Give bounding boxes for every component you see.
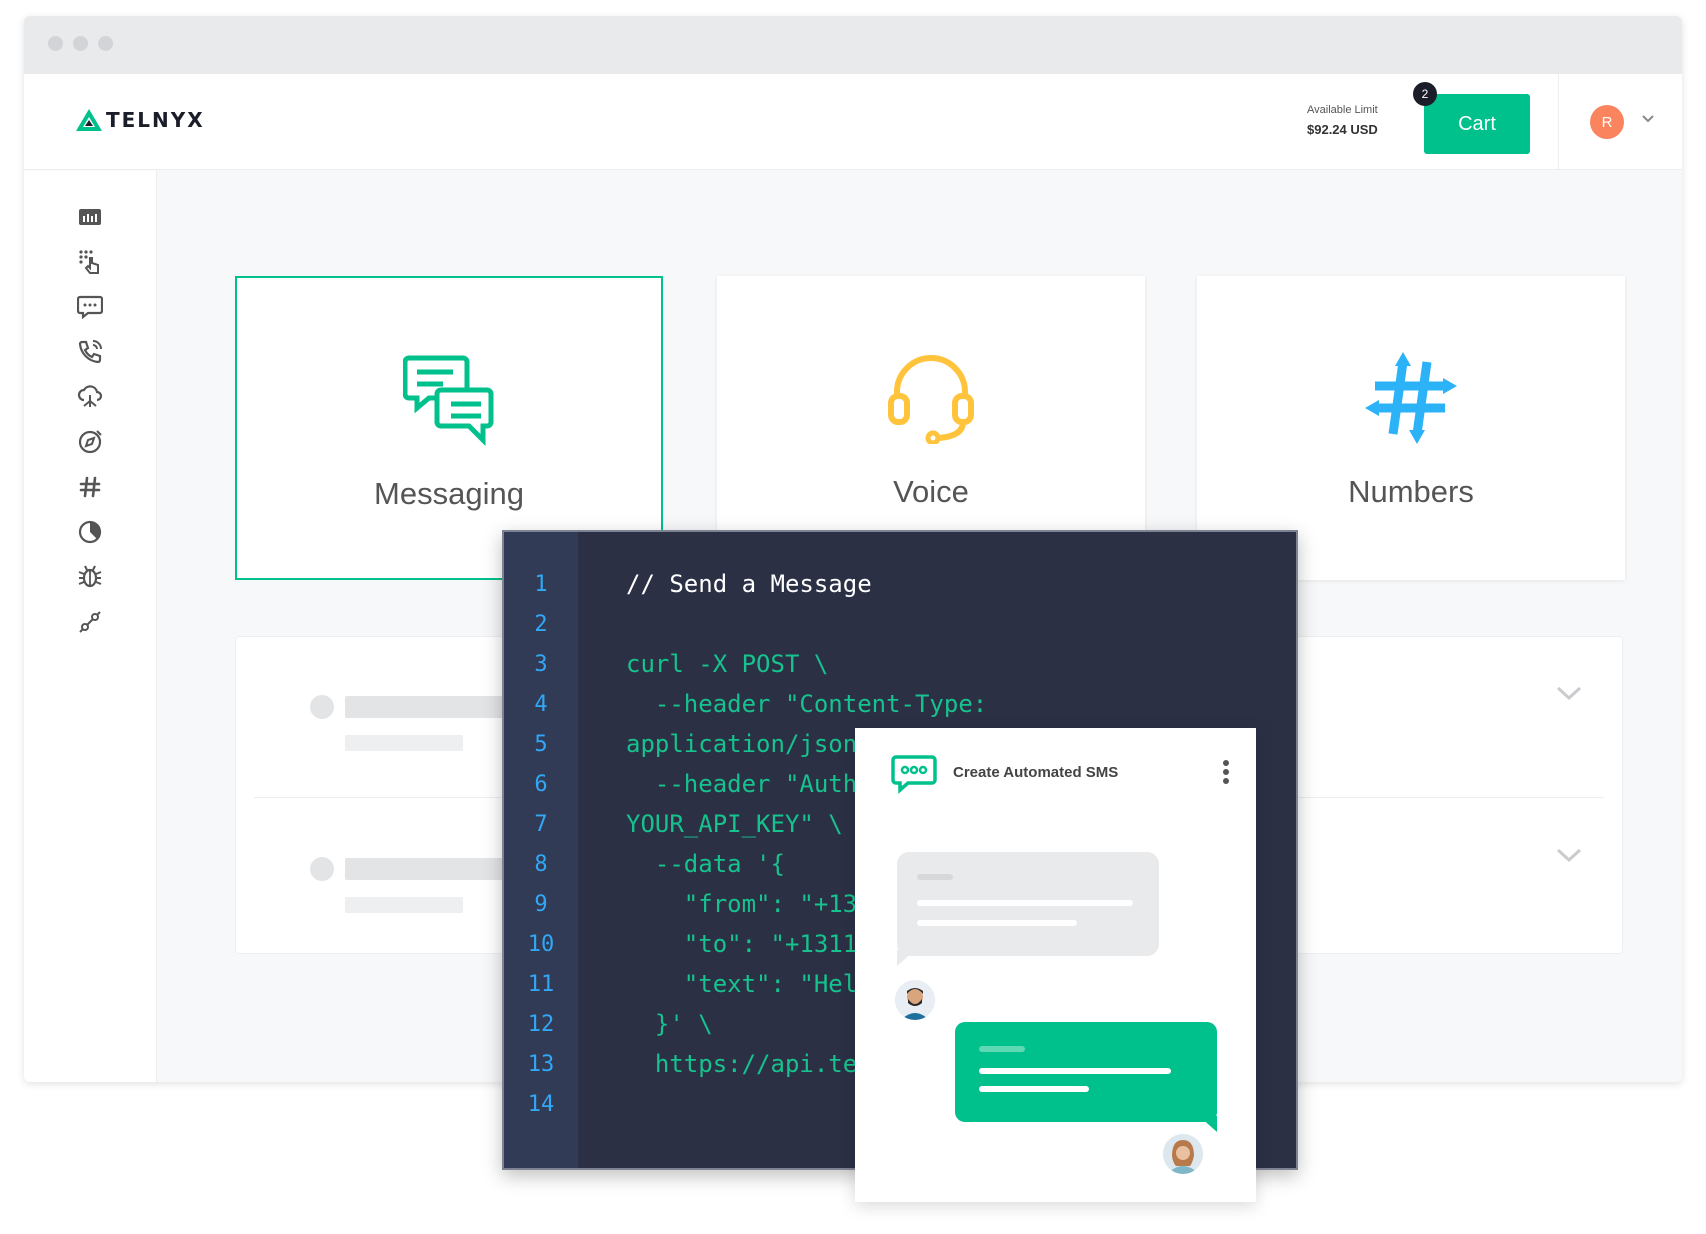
header-divider [1558, 74, 1559, 170]
skeleton-line [345, 897, 463, 913]
sms-card-title: Create Automated SMS [953, 764, 1119, 781]
cart-button[interactable]: Cart [1424, 94, 1530, 154]
chat-bubble-icon [891, 755, 937, 794]
code-line: "to": "+1311 [626, 930, 858, 958]
skeleton-avatar [310, 857, 334, 881]
touch-dialpad-icon[interactable] [76, 248, 104, 276]
line-number: 6 [534, 772, 548, 797]
dashboard-icon[interactable] [76, 203, 104, 231]
cart-count-badge: 2 [1413, 82, 1437, 106]
browser-chrome [24, 16, 1682, 74]
bubble-tail [897, 950, 915, 966]
chevron-down-icon[interactable] [1556, 685, 1582, 701]
limit-value: $92.24 USD [1307, 122, 1378, 137]
skeleton-line [917, 900, 1133, 906]
window-maximize-dot[interactable] [98, 36, 113, 51]
code-line: }' \ [626, 1010, 713, 1038]
line-number: 9 [534, 892, 548, 917]
outgoing-message-bubble [955, 1022, 1217, 1122]
skeleton-line [345, 735, 463, 751]
line-number-gutter: 1 2 3 4 5 6 7 8 9 10 11 12 13 14 [504, 532, 578, 1168]
line-number: 11 [527, 972, 555, 997]
skeleton-line [917, 920, 1077, 926]
code-line: curl -X POST \ [626, 650, 829, 678]
limit-label: Available Limit [1307, 104, 1378, 116]
window-close-dot[interactable] [48, 36, 63, 51]
code-line: --header "Content-Type: [626, 690, 988, 718]
skeleton-avatar [310, 695, 334, 719]
sidebar [24, 171, 157, 1082]
line-number: 13 [527, 1052, 555, 1077]
compass-icon[interactable] [76, 428, 104, 456]
top-header: TELNYX Available Limit $92.24 USD Cart 2… [24, 74, 1682, 170]
pie-chart-icon[interactable] [76, 518, 104, 546]
skeleton-line [979, 1086, 1089, 1092]
skeleton-line [345, 858, 505, 880]
code-line: "from": "+13 [626, 890, 858, 918]
phone-call-icon[interactable] [76, 338, 104, 366]
chevron-down-icon[interactable] [1556, 847, 1582, 863]
cloud-network-icon[interactable] [76, 383, 104, 411]
skeleton-line [979, 1068, 1171, 1074]
code-line: "text": "Hel [626, 970, 858, 998]
hashtag-icon[interactable] [76, 473, 104, 501]
line-number: 14 [527, 1092, 555, 1117]
line-number: 7 [534, 812, 548, 837]
bug-icon[interactable] [76, 563, 104, 591]
messaging-icon [403, 355, 494, 446]
available-limit: Available Limit $92.24 USD [1307, 104, 1407, 137]
brand-name: TELNYX [106, 108, 205, 132]
line-number: 8 [534, 852, 548, 877]
chevron-down-icon[interactable] [1641, 114, 1655, 124]
more-vertical-icon[interactable] [1221, 758, 1231, 786]
headset-icon [888, 355, 974, 444]
line-number: 4 [534, 692, 548, 717]
code-line: --header "Auth [626, 770, 858, 798]
sender-avatar [895, 980, 935, 1020]
code-line: application/json [626, 730, 858, 758]
skeleton-line [979, 1046, 1025, 1052]
recipient-avatar [1163, 1134, 1203, 1174]
skeleton-line [917, 874, 953, 880]
card-label-numbers: Numbers [1348, 474, 1474, 509]
line-number: 3 [534, 652, 548, 677]
telnyx-logo-icon [76, 109, 102, 131]
skeleton-line [345, 696, 505, 718]
window-minimize-dot[interactable] [73, 36, 88, 51]
user-avatar[interactable]: R [1590, 105, 1624, 139]
incoming-message-bubble [897, 852, 1159, 956]
card-label-messaging: Messaging [374, 476, 524, 511]
code-line: YOUR_API_KEY" \ [626, 810, 843, 838]
line-number: 10 [527, 932, 555, 957]
settings-tool-icon[interactable] [76, 608, 104, 636]
code-line: https://api.te [626, 1050, 858, 1078]
line-number: 12 [527, 1012, 555, 1037]
line-number: 2 [534, 612, 548, 637]
automated-sms-card: Create Automated SMS [855, 728, 1256, 1202]
code-line: --data '{ [626, 850, 785, 878]
code-line: // Send a Message [626, 570, 872, 598]
card-label-voice: Voice [893, 474, 969, 509]
line-number: 1 [534, 572, 548, 597]
bubble-tail [1199, 1116, 1217, 1132]
hashtag-icon [1365, 352, 1457, 444]
chat-icon[interactable] [76, 293, 104, 321]
line-number: 5 [534, 732, 548, 757]
telnyx-logo[interactable]: TELNYX [76, 108, 205, 132]
